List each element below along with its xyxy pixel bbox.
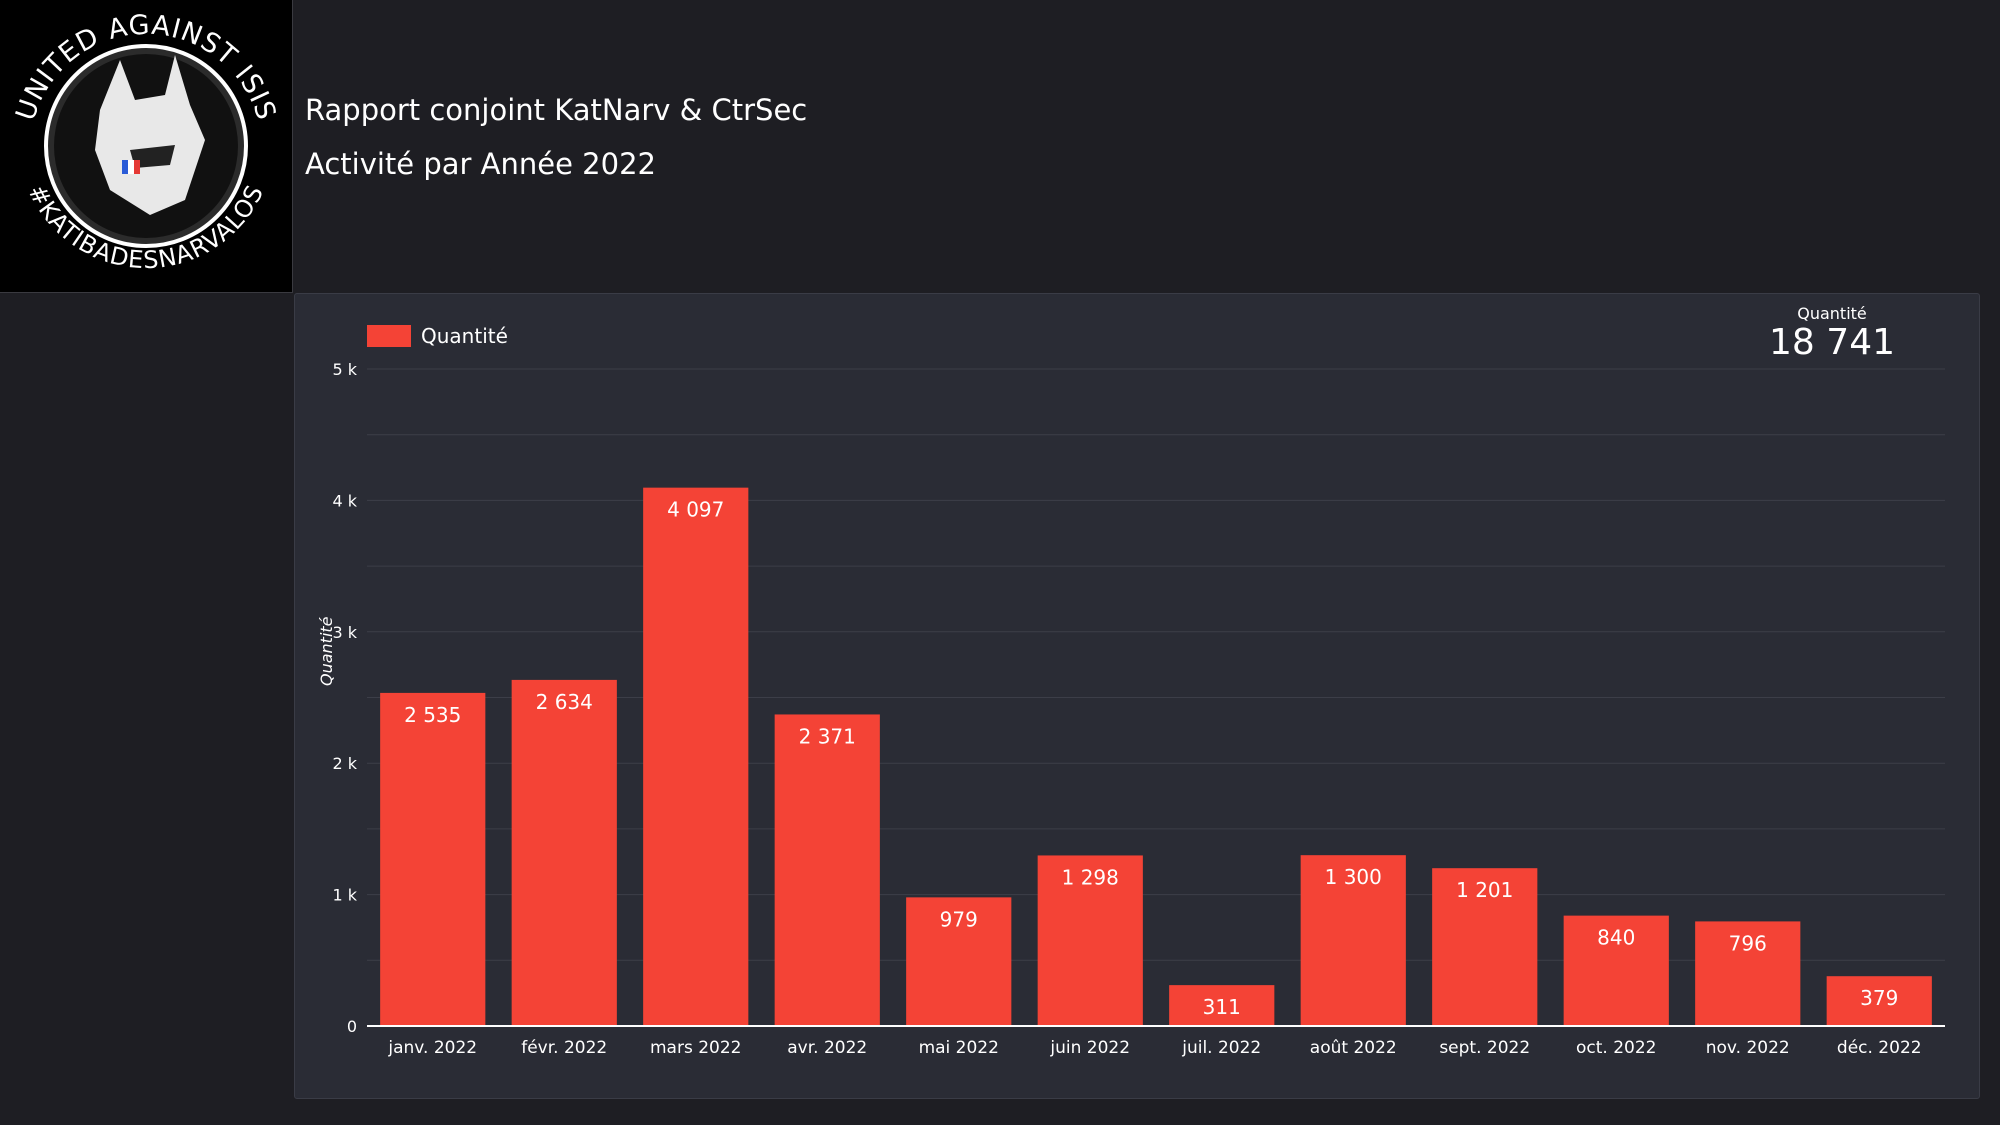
x-tick-label: févr. 2022 — [521, 1038, 607, 1058]
scorecard-value: 18 741 — [1769, 322, 1895, 363]
bar — [643, 487, 749, 1027]
bar-value-label: 840 — [1597, 926, 1635, 950]
scorecard-label: Quantité — [1797, 304, 1867, 323]
legend-swatch — [367, 325, 411, 347]
x-tick-label: juin 2022 — [1049, 1038, 1130, 1058]
chart-panel: 0 1 k 2 k 3 k 4 k 5 k 2 535 janv. 2022 2 634 févr… — [294, 293, 1980, 1099]
bar-value-label: 796 — [1729, 931, 1767, 955]
x-tick-label: juil. 2022 — [1181, 1038, 1261, 1058]
bar-value-label: 1 298 — [1062, 865, 1119, 889]
x-tick-label: avr. 2022 — [787, 1038, 867, 1058]
report-title: Rapport conjoint KatNarv & CtrSec — [305, 93, 808, 127]
x-tick-label: nov. 2022 — [1706, 1038, 1790, 1058]
legend-label: Quantité — [421, 324, 508, 348]
bar-value-label: 1 300 — [1325, 865, 1382, 889]
x-tick-label: déc. 2022 — [1837, 1038, 1922, 1058]
y-tick-label: 2 k — [332, 754, 357, 773]
bar-value-label: 1 201 — [1456, 878, 1513, 902]
logo-emblem: UNITED AGAINST ISIS #KATIBADESNARVALOS — [10, 10, 280, 275]
x-tick-label: mai 2022 — [919, 1038, 999, 1058]
bar — [511, 679, 617, 1026]
report-subtitle: Activité par Année 2022 — [305, 147, 656, 181]
bar-value-label: 2 634 — [536, 690, 593, 714]
bar-value-label: 379 — [1860, 986, 1898, 1010]
x-tick-label: janv. 2022 — [387, 1038, 477, 1058]
x-tick-label: oct. 2022 — [1576, 1038, 1656, 1058]
bar-value-label: 311 — [1203, 995, 1241, 1019]
total-scorecard: Quantité 18 741 — [1769, 304, 1895, 363]
bar — [380, 692, 486, 1026]
y-axis-title: Quantité — [317, 616, 336, 686]
y-tick-label: 4 k — [332, 491, 357, 510]
bar — [774, 714, 880, 1026]
bar-value-label: 2 535 — [404, 703, 461, 727]
y-tick-label: 0 — [347, 1017, 357, 1036]
report-header: Rapport conjoint KatNarv & CtrSec Activi… — [305, 88, 807, 186]
x-tick-label: août 2022 — [1310, 1038, 1397, 1058]
x-tick-label: mars 2022 — [650, 1038, 742, 1058]
chart-legend[interactable]: Quantité — [367, 324, 508, 348]
y-tick-label: 5 k — [332, 360, 357, 379]
y-tick-label: 1 k — [332, 886, 357, 905]
x-tick-label: sept. 2022 — [1439, 1038, 1530, 1058]
y-tick-label: 3 k — [332, 623, 357, 642]
bar-value-label: 4 097 — [667, 498, 724, 522]
katibadesnarvalos-logo: UNITED AGAINST ISIS #KATIBADESNARVALOS — [0, 0, 293, 293]
bar-chart: 0 1 k 2 k 3 k 4 k 5 k 2 535 janv. 2022 2 634 févr… — [332, 360, 1945, 1058]
bar-value-label: 2 371 — [799, 724, 856, 748]
bar-value-label: 979 — [940, 907, 978, 931]
